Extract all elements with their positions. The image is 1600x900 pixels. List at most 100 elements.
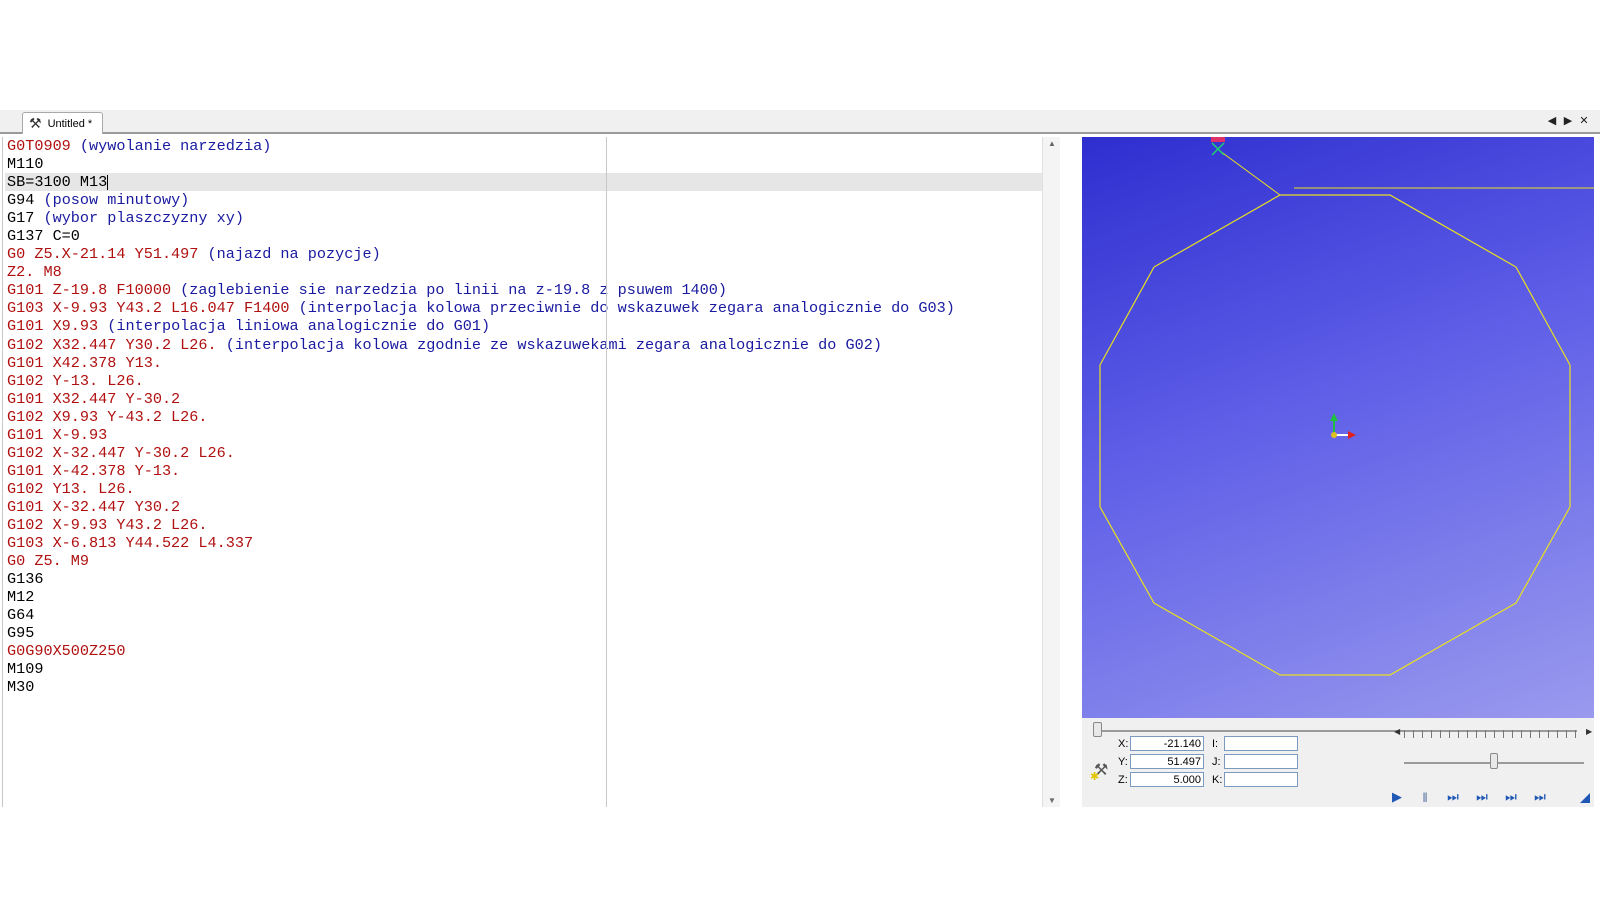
code-line[interactable]: G102 Y-13. L26. <box>5 372 1045 390</box>
toolpath-drawing <box>1099 137 1594 676</box>
code-line[interactable]: G102 X-32.447 Y-30.2 L26. <box>5 444 1045 462</box>
code-line[interactable]: M109 <box>5 660 1045 678</box>
code-command: G0 Z5. M9 <box>7 552 90 571</box>
gcode-editor[interactable]: G0T0909 (wywolanie narzedzia) M110 SB=3100… <box>2 137 1060 807</box>
speed-slider-thumb[interactable] <box>1490 753 1498 769</box>
code-line[interactable]: G95 <box>5 624 1045 642</box>
code-command: G101 Z-19.8 F10000 <box>7 281 181 300</box>
simulation-viewport[interactable] <box>1082 137 1594 718</box>
code-command: G102 Y-13. L26. <box>7 371 144 390</box>
code-line[interactable]: M12 <box>5 588 1045 606</box>
code-line[interactable]: G102 X32.447 Y30.2 L26. (interpolacja ko… <box>5 336 1045 354</box>
code-command: G101 X-42.378 Y-13. <box>7 461 181 480</box>
code-line[interactable]: G0G90X500Z250 <box>5 642 1045 660</box>
simulation-panel: ⚒✱ X: Y: Z: I: J: K: ◀ ▶ ▶ ‖ ⏭ ⏭ ⏭ ⏭ <box>1082 718 1594 807</box>
next-tab-icon[interactable]: ▶ <box>1562 114 1574 127</box>
code-line[interactable]: G102 X9.93 Y-43.2 L26. <box>5 408 1045 426</box>
code-command: G101 X-9.93 <box>7 425 108 444</box>
step-tool-button[interactable]: ⏭ <box>1531 789 1549 805</box>
progress-slider-thumb[interactable] <box>1093 722 1102 737</box>
x-field[interactable] <box>1130 736 1204 751</box>
code-command: G103 X-6.813 Y44.522 L4.337 <box>7 534 254 553</box>
code-command: G0 Z5.X-21.14 Y51.497 <box>7 245 208 264</box>
prev-tab-icon[interactable]: ◀ <box>1546 114 1558 127</box>
code-line[interactable]: G94 (posow minutowy) <box>5 191 1045 209</box>
code-line[interactable]: G101 X32.447 Y-30.2 <box>5 390 1045 408</box>
code-line[interactable]: G136 <box>5 570 1045 588</box>
code-line[interactable]: G102 Y13. L26. <box>5 480 1045 498</box>
close-icon[interactable]: ✕ <box>1578 114 1590 127</box>
code-command: M109 <box>7 660 44 679</box>
scroll-down-icon[interactable]: ▼ <box>1043 796 1061 805</box>
code-command: G17 <box>7 209 44 228</box>
code-command: G103 X-9.93 Y43.2 L16.047 F1400 <box>7 299 299 318</box>
tab-title: Untitled * <box>47 117 93 130</box>
i-field[interactable] <box>1224 736 1298 751</box>
code-command: G102 X-9.93 Y43.2 L26. <box>7 515 208 534</box>
i-label: I: <box>1212 738 1219 750</box>
scroll-up-icon[interactable]: ▲ <box>1043 139 1061 148</box>
code-command: G0G90X500Z250 <box>7 642 126 661</box>
code-line[interactable]: G101 Z-19.8 F10000 (zaglebienie sie narz… <box>5 281 1045 299</box>
j-label: J: <box>1212 756 1221 768</box>
code-line[interactable]: G17 (wybor plaszczyzny xy) <box>5 209 1045 227</box>
code-line[interactable]: SB=3100 M13 <box>5 173 1045 192</box>
speed-right-icon[interactable]: ▶ <box>1586 727 1592 736</box>
speed-left-icon[interactable]: ◀ <box>1394 727 1400 736</box>
play-button[interactable]: ▶ <box>1388 789 1406 805</box>
code-line[interactable]: G0 Z5.X-21.14 Y51.497 (najazd na pozycje… <box>5 245 1045 263</box>
code-command: M12 <box>7 588 35 607</box>
code-line[interactable]: G103 X-9.93 Y43.2 L16.047 F1400 (interpo… <box>5 299 1045 317</box>
code-command: G101 X42.378 Y13. <box>7 353 162 372</box>
code-command: SB=3100 M13 <box>7 173 108 192</box>
code-command: G102 X9.93 Y-43.2 L26. <box>7 407 208 426</box>
z-field[interactable] <box>1130 772 1204 787</box>
code-command: M110 <box>7 155 44 174</box>
y-label: Y: <box>1118 756 1128 768</box>
code-line[interactable]: M110 <box>5 155 1045 173</box>
code-line[interactable]: G137 C=0 <box>5 227 1045 245</box>
toolpath-approach-line <box>1219 150 1281 196</box>
pause-button[interactable]: ‖ <box>1416 789 1434 805</box>
code-command: G101 X9.93 <box>7 317 108 336</box>
code-line[interactable]: M30 <box>5 678 1045 696</box>
code-line[interactable]: G101 X-9.93 <box>5 426 1045 444</box>
code-line[interactable]: G102 X-9.93 Y43.2 L26. <box>5 516 1045 534</box>
code-comment: (najazd na pozycje) <box>207 245 381 264</box>
j-field[interactable] <box>1224 754 1298 769</box>
k-label: K: <box>1212 774 1223 786</box>
y-field[interactable] <box>1130 754 1204 769</box>
editor-scrollbar[interactable]: ▲ ▼ <box>1042 137 1060 807</box>
margin-guide <box>606 137 607 807</box>
code-command: G0T0909 <box>7 137 80 155</box>
code-comment: (interpolacja kolowa zgodnie ze wskazuwe… <box>225 335 882 354</box>
step-button[interactable]: ⏭ <box>1444 789 1462 805</box>
step-z-button[interactable]: ⏭ <box>1502 789 1520 805</box>
code-command: G101 X32.447 Y-30.2 <box>7 389 181 408</box>
tab-controls: ◀ ▶ ✕ <box>1546 114 1590 127</box>
code-comment: (zaglebienie sie narzedzia po linii na z… <box>180 281 728 300</box>
code-line[interactable]: Z2. M8 <box>5 263 1045 281</box>
code-comment: (interpolacja liniowa analogicznie do G0… <box>107 317 491 336</box>
k-field[interactable] <box>1224 772 1298 787</box>
code-line[interactable]: G101 X-42.378 Y-13. <box>5 462 1045 480</box>
code-area[interactable]: G0T0909 (wywolanie narzedzia) M110 SB=3100… <box>5 137 1045 807</box>
resize-grip[interactable] <box>1580 793 1590 803</box>
code-line[interactable]: G101 X9.93 (interpolacja liniowa analogi… <box>5 317 1045 335</box>
spark-icon: ✱ <box>1090 771 1100 783</box>
code-line[interactable]: G0T0909 (wywolanie narzedzia) <box>5 137 1045 155</box>
code-line[interactable]: G64 <box>5 606 1045 624</box>
code-comment: (wybor plaszczyzny xy) <box>43 209 244 228</box>
code-line[interactable]: G103 X-6.813 Y44.522 L4.337 <box>5 534 1045 552</box>
code-line[interactable]: G101 X-32.447 Y30.2 <box>5 498 1045 516</box>
tool-position-marker <box>1211 137 1225 156</box>
code-line[interactable]: G101 X42.378 Y13. <box>5 354 1045 372</box>
tab-untitled[interactable]: ⚒ Untitled * <box>22 112 104 134</box>
tool-holder-icon: ⚒ ✱ <box>1090 762 1109 783</box>
step-xy-button[interactable]: ⏭ <box>1473 789 1491 805</box>
code-command: G94 <box>7 191 44 210</box>
code-command: M30 <box>7 678 35 697</box>
code-command: G102 X32.447 Y30.2 L26. <box>7 335 226 354</box>
x-label: X: <box>1118 738 1129 750</box>
code-line[interactable]: G0 Z5. M9 <box>5 552 1045 570</box>
